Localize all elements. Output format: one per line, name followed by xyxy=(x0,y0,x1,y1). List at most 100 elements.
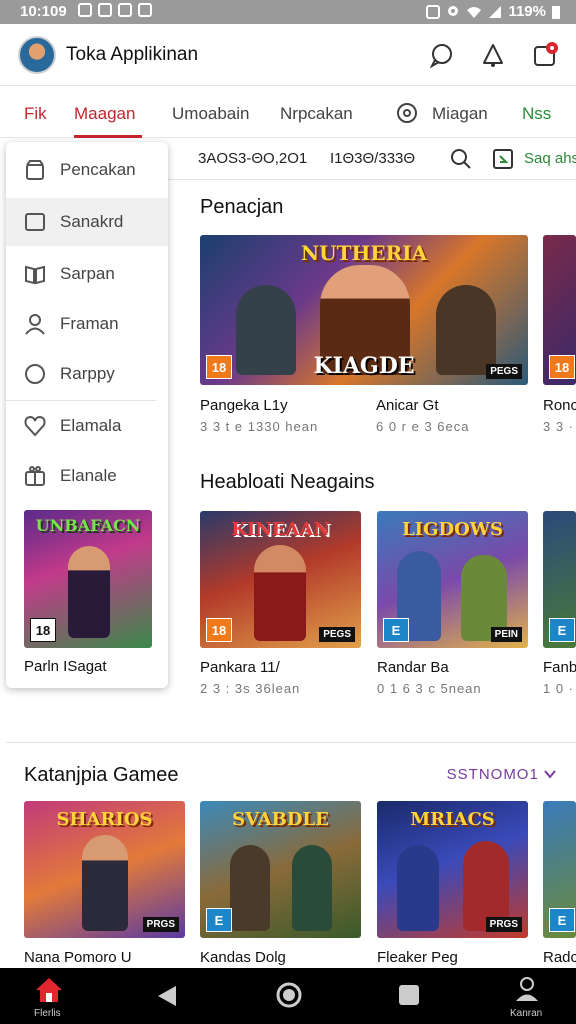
pegi-badge: PEGS xyxy=(319,627,355,642)
game-thumbnail[interactable]: KINEAAN 18 PEGS xyxy=(200,511,361,648)
search-circle-icon[interactable] xyxy=(396,102,418,124)
drawer-item-sarpan[interactable]: Sarpan xyxy=(6,250,168,298)
age-rating-badge: E xyxy=(549,618,575,642)
drawer-item-label: Rarppy xyxy=(60,364,115,383)
game-meta: 1 0 · xyxy=(543,681,575,696)
promo-title: Parln ISagat xyxy=(24,658,107,675)
game-thumbnail[interactable]: LIGDOWS E PEIN xyxy=(377,511,528,648)
game-meta: 0 1 6 3 c 5nean xyxy=(377,681,482,696)
drawer-item-label: Elamala xyxy=(60,416,122,435)
drawer-item-label: Pencakan xyxy=(60,160,136,179)
game-logo-text: KIAGDE xyxy=(313,353,415,379)
game-card[interactable]: E Fanb 1 0 · xyxy=(543,511,576,701)
wifi-icon xyxy=(467,6,482,18)
age-rating-badge: 18 xyxy=(206,618,232,642)
game-meta: 6 0 r e 3 6eca xyxy=(376,419,470,434)
game-title: Anicar Gt xyxy=(376,397,439,414)
drawer-item-label: Sanakrd xyxy=(60,212,124,231)
book-icon xyxy=(25,265,45,285)
pegi-badge: PRGS xyxy=(142,917,179,932)
game-card[interactable]: 18 Ronc 3 3 · xyxy=(543,235,576,435)
game-title: Kandas Dolg xyxy=(200,949,286,966)
game-card[interactable]: KINEAAN 18 PEGS Pankara 11/ 2 3 : 3s 36l… xyxy=(200,511,361,701)
person-icon xyxy=(25,314,45,335)
back-icon[interactable] xyxy=(156,984,178,1008)
drawer-item-label: Framan xyxy=(60,314,119,333)
drawer-item-label: Sarpan xyxy=(60,264,115,283)
filter-right-text: I1Θ3Θ/333Θ xyxy=(330,150,416,167)
category-drawer: Pencakan Sanakrd Sarpan Framan Rarppy El… xyxy=(6,142,168,688)
game-card[interactable]: SVABDLE E Kandas Dolg xyxy=(200,801,361,971)
drawer-item-rarppy[interactable]: Rarppy xyxy=(6,350,168,398)
nav-home[interactable]: Flerlis xyxy=(30,976,70,1020)
tab-indicator xyxy=(74,135,142,138)
filter-row: 3AOS3-ΘO,2O1 I1Θ3Θ/333Θ Saq ahs xyxy=(168,140,576,180)
drawer-item-elanale[interactable]: Elanale xyxy=(6,452,168,500)
avatar[interactable] xyxy=(18,36,56,74)
game-meta: 3 3 · xyxy=(543,419,575,434)
drawer-item-pencakan[interactable]: Pencakan xyxy=(6,146,168,194)
location-icon xyxy=(448,5,459,16)
game-thumbnail[interactable]: SHARIOS PRGS xyxy=(24,801,185,938)
home-circle-icon[interactable] xyxy=(276,982,302,1008)
age-rating-badge: E xyxy=(549,908,575,932)
chat-icon[interactable] xyxy=(428,42,454,68)
tab-bar: Fik Maagan Umoabain Nrpcakan Miagan Nss xyxy=(0,86,576,138)
inbox-icon[interactable] xyxy=(532,42,558,68)
nav-account[interactable]: Kanran xyxy=(508,976,548,1020)
age-rating-badge: E xyxy=(383,618,409,642)
age-rating-badge: E xyxy=(206,908,232,932)
game-thumbnail[interactable]: 18 xyxy=(543,235,576,385)
game-card[interactable]: MRIACS PRGS Fleaker Peg xyxy=(377,801,528,971)
tab-miagan[interactable]: Miagan xyxy=(432,104,488,124)
nav-home-label: Flerlis xyxy=(34,1008,61,1019)
game-title: Pankara 11/ xyxy=(200,659,280,676)
notification-icon xyxy=(78,3,92,17)
game-logo-text: MRIACS xyxy=(410,809,495,830)
see-all-link[interactable]: SSTNOMO1 xyxy=(447,766,556,783)
game-thumbnail[interactable]: MRIACS PRGS xyxy=(377,801,528,938)
game-card[interactable]: E Radc xyxy=(543,801,576,971)
game-logo-text: NUTHERIA xyxy=(300,241,428,265)
promo-thumbnail[interactable]: UNBAFACN 18 xyxy=(24,510,152,648)
search-icon[interactable] xyxy=(450,148,472,170)
game-thumbnail[interactable]: NUTHERIA KIAGDE 18 PEGS xyxy=(200,235,528,385)
pegi-badge: PEGS xyxy=(486,364,522,379)
hero-figure xyxy=(82,835,128,931)
bell-icon[interactable] xyxy=(480,42,506,68)
game-thumbnail[interactable]: SVABDLE E xyxy=(200,801,361,938)
game-logo-text: SHARIOS xyxy=(56,809,153,830)
tab-nrpcakan[interactable]: Nrpcakan xyxy=(280,104,353,124)
game-card[interactable]: LIGDOWS E PEIN Randar Ba 0 1 6 3 c 5nean xyxy=(377,511,528,701)
pegi-badge: PEIN xyxy=(490,627,522,642)
game-title: Fanb xyxy=(543,659,576,676)
recents-icon[interactable] xyxy=(398,984,420,1006)
age-rating-badge: 18 xyxy=(549,355,575,379)
filter-left-text: 3AOS3-ΘO,2O1 xyxy=(198,150,308,167)
home-icon xyxy=(36,978,62,1002)
game-card[interactable]: SHARIOS PRGS Nana Pomoro U xyxy=(24,801,185,971)
tab-fik[interactable]: Fik xyxy=(24,104,47,124)
see-all-link[interactable]: Saq ahs xyxy=(524,150,576,167)
tab-umoabain[interactable]: Umoabain xyxy=(172,104,250,124)
status-notification-icons xyxy=(78,3,152,17)
nav-account-label: Kanran xyxy=(510,1008,543,1019)
battery-icon xyxy=(552,5,560,19)
game-meta: 2 3 : 3s 36lean xyxy=(200,681,301,696)
game-card[interactable]: NUTHERIA KIAGDE 18 PEGS Pangeka L1y Anic… xyxy=(200,235,528,435)
tab-maagan[interactable]: Maagan xyxy=(74,104,135,124)
drawer-item-framan[interactable]: Framan xyxy=(6,300,168,348)
hero-figure xyxy=(397,845,439,931)
drawer-item-label: Elanale xyxy=(60,466,117,485)
filter-icon[interactable] xyxy=(492,148,514,170)
circle-icon xyxy=(25,364,45,384)
hero-figure xyxy=(292,845,332,931)
tab-nss[interactable]: Nss xyxy=(522,104,551,124)
age-rating-badge: 18 xyxy=(30,618,56,642)
bag-icon xyxy=(26,160,44,180)
drawer-item-elamala[interactable]: Elamala xyxy=(6,402,168,450)
sim-icon xyxy=(426,4,441,19)
game-thumbnail[interactable]: E xyxy=(543,511,576,648)
game-thumbnail[interactable]: E xyxy=(543,801,576,938)
drawer-item-sanakrd[interactable]: Sanakrd xyxy=(6,198,168,246)
